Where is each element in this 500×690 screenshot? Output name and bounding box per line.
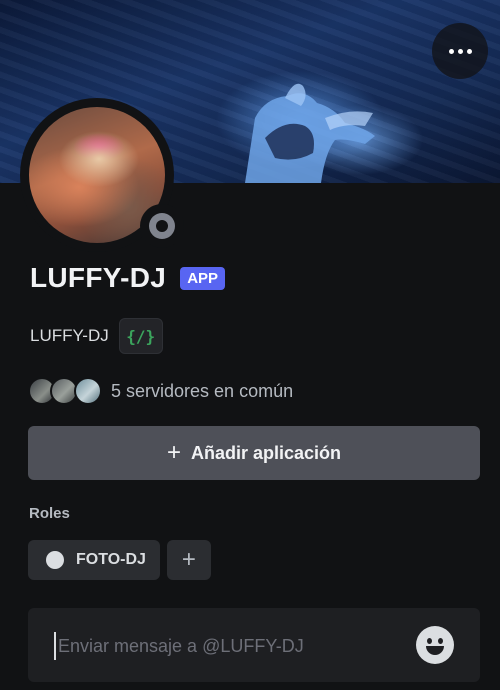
- add-app-label: Añadir aplicación: [190, 442, 342, 463]
- add-app-button[interactable]: + Añadir aplicación: [28, 426, 480, 480]
- code-badge-icon[interactable]: {/}: [118, 318, 163, 354]
- offline-status-icon: [149, 213, 175, 239]
- message-composer: [28, 608, 480, 682]
- username: LUFFY-DJ: [30, 326, 109, 345]
- mutual-server-icons: [28, 377, 104, 405]
- banner-artwork: [245, 83, 375, 183]
- avatar-frame: [20, 98, 184, 252]
- more-options-button[interactable]: [432, 23, 488, 79]
- mutual-servers[interactable]: 5 servidores en común: [28, 377, 293, 405]
- user-profile-card: LUFFY-DJ APP LUFFY-DJ {/} 5 servidores e…: [0, 0, 500, 690]
- more-horizontal-icon: [448, 48, 454, 54]
- mutual-servers-text: 5 servidores en común: [111, 380, 294, 401]
- status-indicator: [140, 204, 184, 248]
- message-input[interactable]: [54, 632, 414, 660]
- role-color-dot: [46, 551, 64, 569]
- display-name: LUFFY-DJ: [30, 262, 167, 293]
- app-badge: APP: [180, 266, 226, 290]
- plus-icon: +: [181, 546, 196, 573]
- username-row: LUFFY-DJ {/}: [30, 318, 163, 354]
- server-icon: [74, 377, 102, 405]
- roles-heading: Roles: [29, 505, 70, 522]
- role-label: FOTO-DJ: [76, 551, 146, 568]
- plus-icon: +: [166, 439, 181, 466]
- roles-list: FOTO-DJ +: [28, 540, 211, 580]
- add-role-button[interactable]: +: [166, 540, 211, 580]
- name-row: LUFFY-DJ APP: [30, 262, 226, 294]
- role-pill[interactable]: FOTO-DJ: [28, 540, 160, 580]
- emoji-smile-icon[interactable]: [416, 626, 454, 664]
